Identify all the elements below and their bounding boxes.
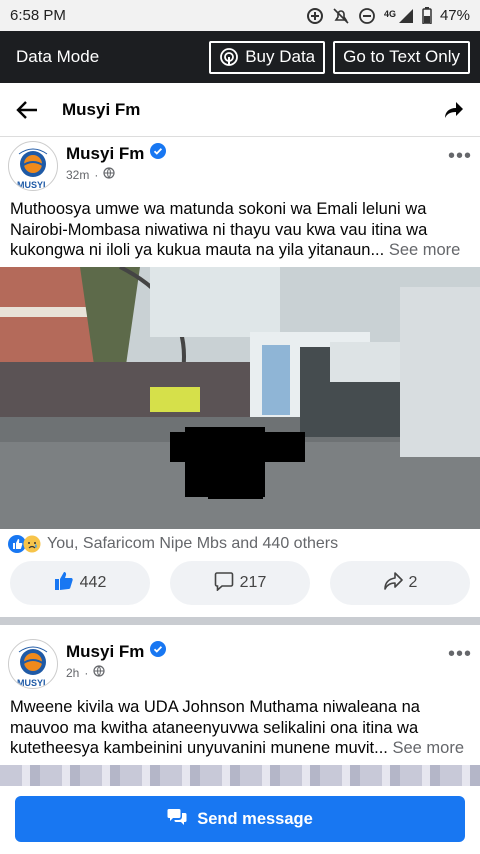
page-title: Musyi Fm	[62, 99, 141, 119]
network-type-label: 4G	[383, 8, 396, 19]
share-button[interactable]: 2	[330, 561, 470, 605]
send-message-bar: Send message	[0, 786, 480, 854]
reactions-summary[interactable]: You, Safaricom Nipe Mbs and 440 others	[0, 529, 480, 559]
avatar-label: MUSYI	[17, 678, 46, 688]
post-page-name[interactable]: Musyi Fm	[66, 144, 144, 164]
data-saver-icon	[306, 7, 323, 24]
see-more-link[interactable]: See more	[392, 739, 464, 757]
avatar[interactable]: MUSYI	[8, 639, 58, 689]
share-count: 2	[408, 574, 418, 591]
post-card: MUSYI Musyi Fm 32m · ••• Muthoosya umwe …	[0, 137, 480, 605]
post-actions: 442 217 2	[0, 559, 480, 605]
post-page-name[interactable]: Musyi Fm	[66, 642, 144, 662]
avatar-label: MUSYI	[17, 180, 46, 190]
post-time[interactable]: 32m	[66, 168, 89, 182]
buy-data-button[interactable]: Buy Data	[209, 40, 326, 74]
comment-count: 217	[239, 574, 267, 591]
thumbs-up-icon	[54, 571, 74, 596]
post-text: Mweene kivila wa UDA Johnson Muthama niw…	[0, 687, 480, 757]
send-message-button[interactable]: Send message	[15, 796, 465, 842]
verified-badge-icon	[150, 143, 167, 164]
see-more-link[interactable]: See more	[389, 241, 461, 259]
data-mode-bar: Data Mode Buy Data Go to Text Only	[0, 31, 480, 83]
comment-icon	[214, 571, 234, 596]
data-mode-label: Data Mode	[16, 47, 100, 66]
battery-icon	[422, 7, 432, 24]
back-arrow-icon[interactable]	[16, 100, 44, 119]
more-options-icon[interactable]: •••	[448, 639, 472, 687]
go-to-text-only-button[interactable]: Go to Text Only	[333, 40, 470, 74]
reaction-icons	[8, 535, 41, 553]
share-icon[interactable]	[444, 101, 464, 119]
reactions-text: You, Safaricom Nipe Mbs and 440 others	[47, 535, 339, 552]
more-options-icon[interactable]: •••	[448, 141, 472, 189]
do-not-disturb-icon	[359, 7, 375, 24]
like-button[interactable]: 442	[10, 561, 150, 605]
status-time: 6:58 PM	[10, 7, 66, 24]
post-header: MUSYI Musyi Fm 2h · •••	[0, 635, 480, 689]
globe-icon	[93, 665, 105, 680]
page-header: Musyi Fm	[0, 83, 480, 137]
status-bar: 6:58 PM 4G 47%	[0, 0, 480, 31]
dot-separator: ·	[94, 167, 99, 182]
dot-separator: ·	[84, 665, 89, 680]
broadcast-icon	[219, 47, 239, 67]
like-count: 442	[79, 574, 107, 591]
globe-icon	[103, 167, 115, 182]
post-divider	[0, 617, 480, 625]
send-message-label: Send message	[197, 809, 313, 828]
post-time[interactable]: 2h	[66, 666, 79, 680]
signal-icon	[398, 8, 413, 23]
verified-badge-icon	[150, 641, 167, 662]
comment-button[interactable]: 217	[170, 561, 310, 605]
text-only-label: Go to Text Only	[343, 47, 460, 66]
post-text: Muthoosya umwe wa matunda sokoni wa Emal…	[0, 189, 480, 259]
messenger-chat-icon	[167, 808, 187, 831]
post-body: Muthoosya umwe wa matunda sokoni wa Emal…	[10, 200, 428, 259]
post-header: MUSYI Musyi Fm 32m · •••	[0, 137, 480, 191]
battery-level: 47%	[439, 7, 470, 24]
avatar[interactable]: MUSYI	[8, 141, 58, 191]
post-body: Mweene kivila wa UDA Johnson Muthama niw…	[10, 698, 420, 757]
mute-icon	[333, 7, 349, 24]
post-card: MUSYI Musyi Fm 2h · ••• Mweene kivila wa…	[0, 635, 480, 793]
share-arrow-icon	[383, 571, 403, 596]
buy-data-label: Buy Data	[245, 47, 316, 66]
sad-reaction-icon	[23, 535, 41, 553]
post-photo[interactable]	[0, 267, 480, 529]
